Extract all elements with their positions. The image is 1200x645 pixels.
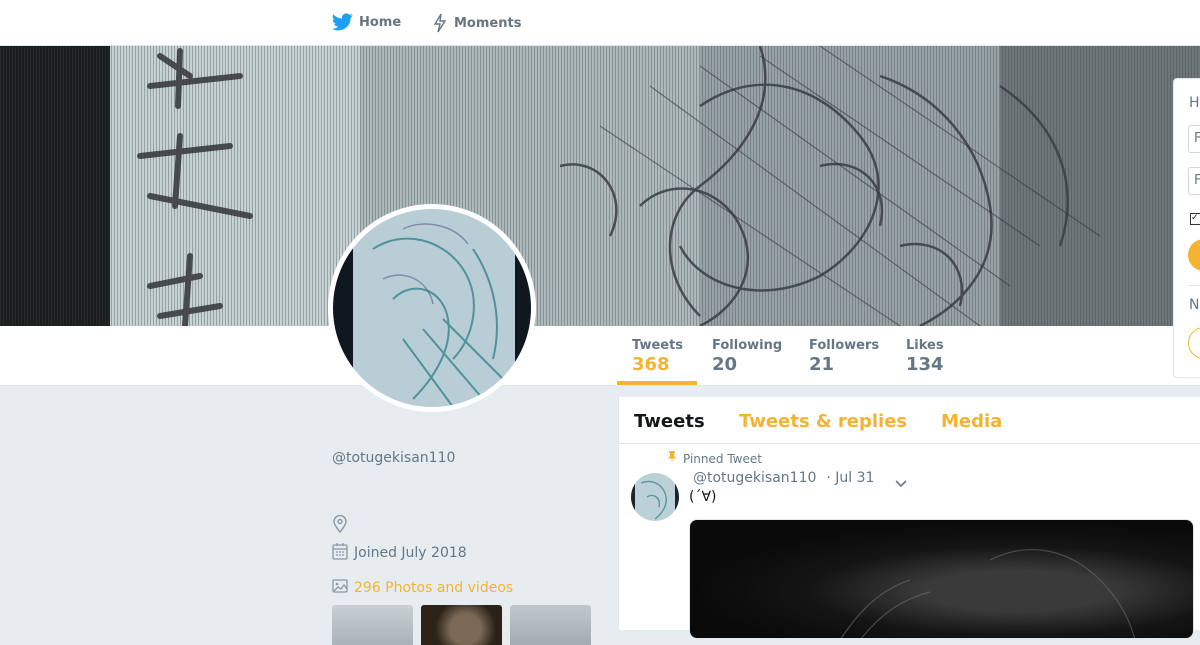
- stat-followers-label: Followers: [809, 338, 880, 353]
- login-username-field[interactable]: F: [1188, 125, 1200, 153]
- login-card-divider: [1188, 285, 1200, 286]
- calendar-icon: [332, 542, 348, 564]
- login-button[interactable]: [1188, 239, 1200, 271]
- chevron-down-icon: [894, 474, 908, 493]
- stat-tweets-value: 368: [632, 354, 670, 375]
- timeline-tabs: Tweets Tweets & replies Media: [619, 397, 1200, 444]
- active-stat-indicator: [617, 381, 697, 385]
- tweet-actions-menu[interactable]: [894, 474, 908, 493]
- signup-button[interactable]: [1188, 327, 1200, 359]
- login-card-heading: H: [1189, 95, 1200, 111]
- stat-likes-value: 134: [906, 354, 944, 375]
- stat-followers-value: 21: [809, 354, 835, 375]
- pinned-tweet-context: Pinned Tweet: [667, 451, 762, 466]
- nav-moments[interactable]: Moments: [432, 13, 521, 33]
- tab-tweets-and-replies[interactable]: Tweets & replies: [739, 411, 907, 432]
- photos-videos-label: 296 Photos and videos: [354, 580, 514, 596]
- photo-icon: [332, 578, 348, 598]
- tweet-timestamp[interactable]: · Jul 31: [826, 470, 874, 486]
- joined-text: Joined July 2018: [354, 545, 467, 561]
- stat-followers[interactable]: Followers 21: [809, 338, 879, 375]
- profile-banner-image: [0, 46, 1200, 326]
- avatar-image: [333, 209, 531, 407]
- stat-tweets-label: Tweets: [632, 338, 684, 353]
- photos-videos-link[interactable]: 296 Photos and videos: [332, 578, 513, 598]
- tab-media[interactable]: Media: [941, 411, 1002, 432]
- pinned-tweet-label: Pinned Tweet: [683, 451, 762, 466]
- remember-me-checkbox[interactable]: ✓: [1190, 213, 1200, 225]
- login-card: H F F ✓ N: [1173, 78, 1200, 378]
- profile-handle[interactable]: @totugekisan110: [332, 450, 455, 466]
- tweet-author-avatar[interactable]: [631, 473, 679, 521]
- photo-thumbnail[interactable]: [332, 605, 413, 645]
- login-password-field[interactable]: F: [1188, 167, 1200, 195]
- photo-thumbnail[interactable]: [510, 605, 591, 645]
- photo-thumbnail[interactable]: [421, 605, 502, 645]
- stat-likes-label: Likes: [906, 338, 944, 353]
- tweet-author-handle[interactable]: @totugekisan110: [693, 470, 816, 486]
- timeline: Tweets Tweets & replies Media Pinned Twe…: [618, 397, 1200, 639]
- top-navigation: Home Moments: [0, 0, 1200, 46]
- profile-stats-bar: Tweets 368 Following 20 Followers 21 Lik…: [0, 326, 1200, 386]
- photo-thumbnails: [332, 605, 591, 645]
- profile-location: [332, 514, 348, 537]
- stat-following-label: Following: [712, 338, 783, 353]
- tweet-header: @totugekisan110 · Jul 31: [693, 470, 874, 486]
- stat-following[interactable]: Following 20: [712, 338, 782, 375]
- profile-joined-date: Joined July 2018: [332, 542, 467, 564]
- stat-tweets[interactable]: Tweets 368: [632, 338, 683, 375]
- signup-heading: N: [1189, 297, 1200, 313]
- nav-moments-label: Moments: [454, 15, 522, 31]
- location-pin-icon: [332, 514, 348, 537]
- pin-icon: [667, 451, 677, 466]
- profile-avatar[interactable]: [328, 204, 536, 412]
- twitter-bird-icon: [332, 13, 353, 31]
- tweet-media-image[interactable]: [689, 519, 1194, 639]
- tweet-text: (´∀): [689, 489, 717, 505]
- stat-likes[interactable]: Likes 134: [906, 338, 944, 375]
- tab-tweets[interactable]: Tweets: [634, 411, 705, 432]
- moments-bolt-icon: [432, 13, 448, 33]
- nav-home[interactable]: Home: [332, 13, 401, 31]
- nav-home-label: Home: [359, 14, 402, 30]
- stat-following-value: 20: [712, 354, 738, 375]
